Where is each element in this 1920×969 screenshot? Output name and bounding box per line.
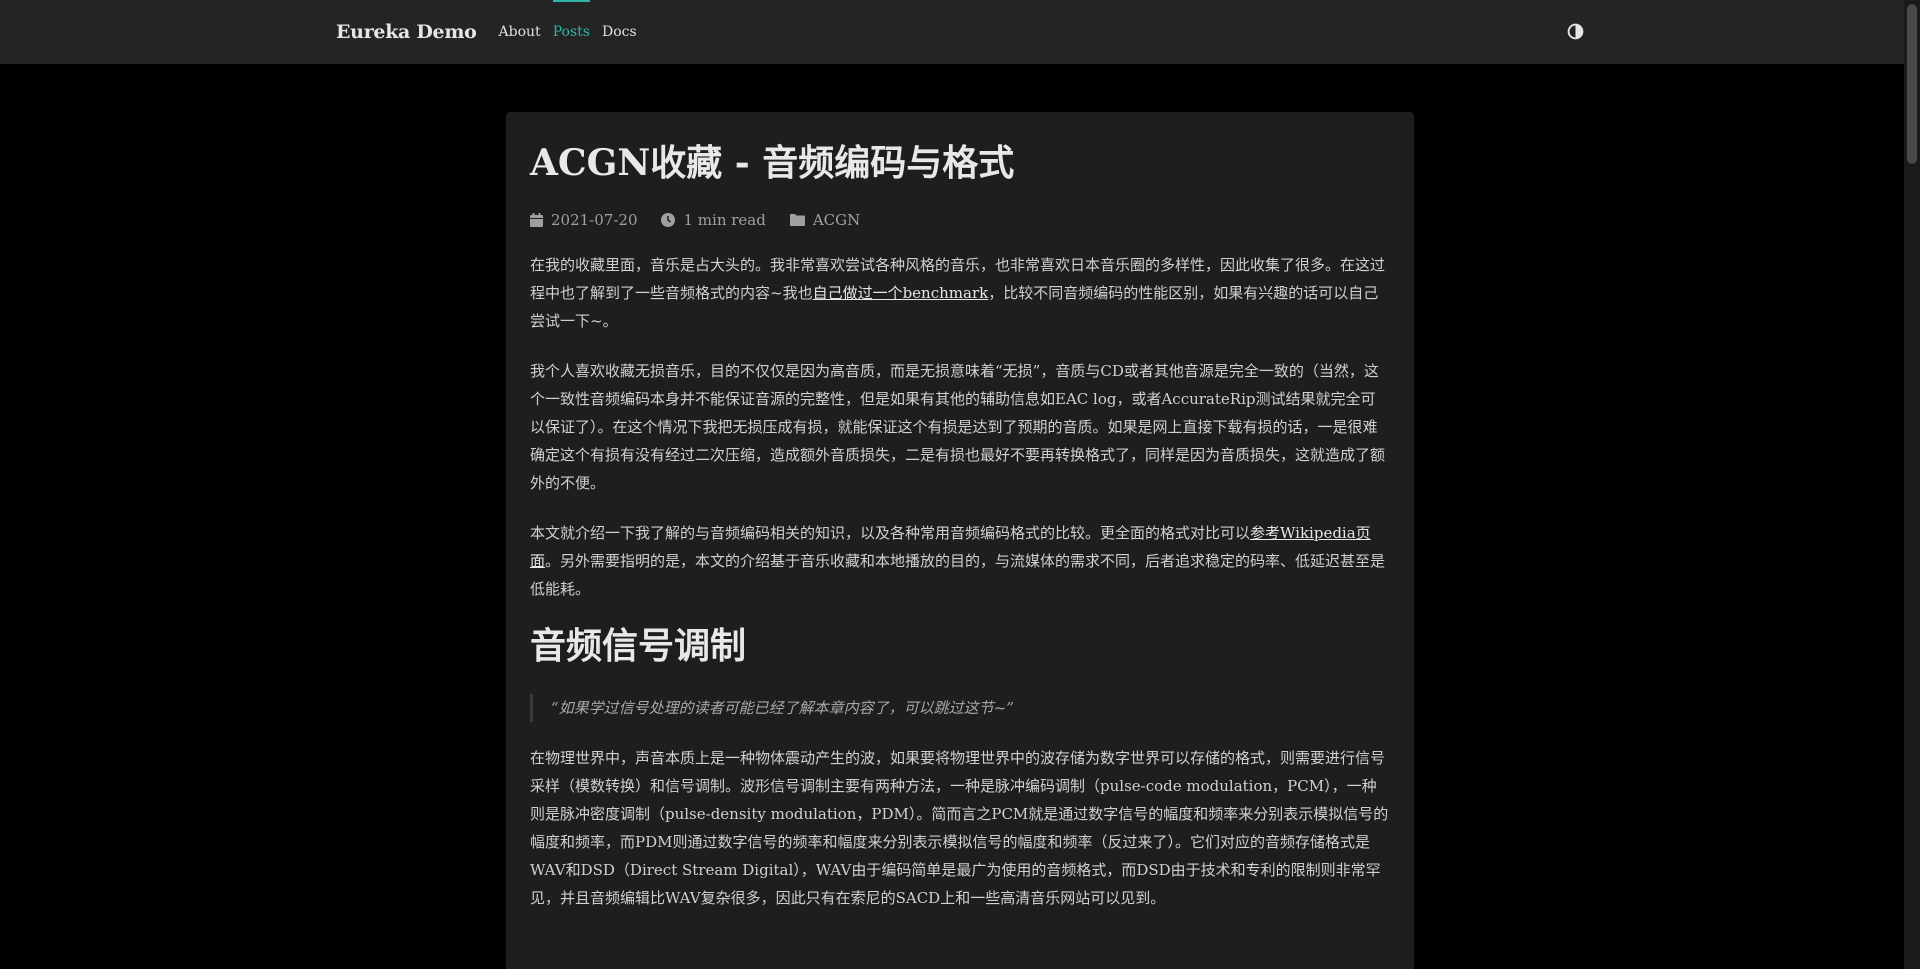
blockquote: “如果学过信号处理的读者可能已经了解本章内容了，可以跳过这节~” xyxy=(530,694,1390,723)
contrast-icon[interactable] xyxy=(1567,23,1584,40)
top-navbar: Eureka Demo About Posts Docs xyxy=(0,0,1904,64)
paragraph-lossless: 我个人喜欢收藏无损音乐，目的不仅仅是因为高音质，而是无损意味着“无损”，音质与C… xyxy=(530,362,1386,493)
post-category[interactable]: ACGN xyxy=(789,211,860,229)
nav-link-posts[interactable]: Posts xyxy=(552,0,591,64)
navbar-container: Eureka Demo About Posts Docs xyxy=(336,0,1584,64)
nav-link-about[interactable]: About xyxy=(499,0,541,64)
category-text[interactable]: ACGN xyxy=(813,211,860,229)
paragraph-overview: 本文就介绍一下我了解的与音频编码相关的知识，以及各种常用音频编码格式的比较。更全… xyxy=(530,519,1390,603)
read-time-text: 1 min read xyxy=(683,211,766,230)
article-card: ACGN收藏 - 音频编码与格式 2021-07-20 1 min read A… xyxy=(506,112,1414,969)
post-read-time: 1 min read xyxy=(661,211,766,230)
page-scrollbar[interactable] xyxy=(1904,0,1920,969)
paragraph-modulation: 在物理世界中，声音本质上是一种物体震动产生的波，如果要将物理世界中的波存储为数字… xyxy=(530,749,1389,908)
paragraph-text: 本文就介绍一下我了解的与音频编码相关的知识，以及各种常用音频编码格式的比较。更全… xyxy=(530,524,1251,543)
calendar-icon xyxy=(530,213,543,228)
post-meta: 2021-07-20 1 min read ACGN xyxy=(530,211,1390,229)
scrollbar-thumb[interactable] xyxy=(1907,4,1917,164)
paragraph-intro: 在我的收藏里面，音乐是占大头的。我非常喜欢尝试各种风格的音乐，也非常喜欢日本音乐… xyxy=(530,251,1390,335)
paragraph-text: 。另外需要指明的是，本文的介绍基于音乐收藏和本地播放的目的，与流媒体的需求不同，… xyxy=(530,552,1386,599)
site-brand[interactable]: Eureka Demo xyxy=(336,21,477,43)
post-title: ACGN收藏 - 音频编码与格式 xyxy=(530,142,1015,184)
section-heading: 音频信号调制 xyxy=(530,625,747,668)
post-date: 2021-07-20 xyxy=(530,211,637,229)
post-date-text: 2021-07-20 xyxy=(551,211,638,230)
clock-icon xyxy=(661,213,676,228)
benchmark-link[interactable]: 自己做过一个benchmark xyxy=(813,284,989,302)
nav-link-docs[interactable]: Docs xyxy=(602,0,637,64)
folder-icon xyxy=(789,214,805,227)
